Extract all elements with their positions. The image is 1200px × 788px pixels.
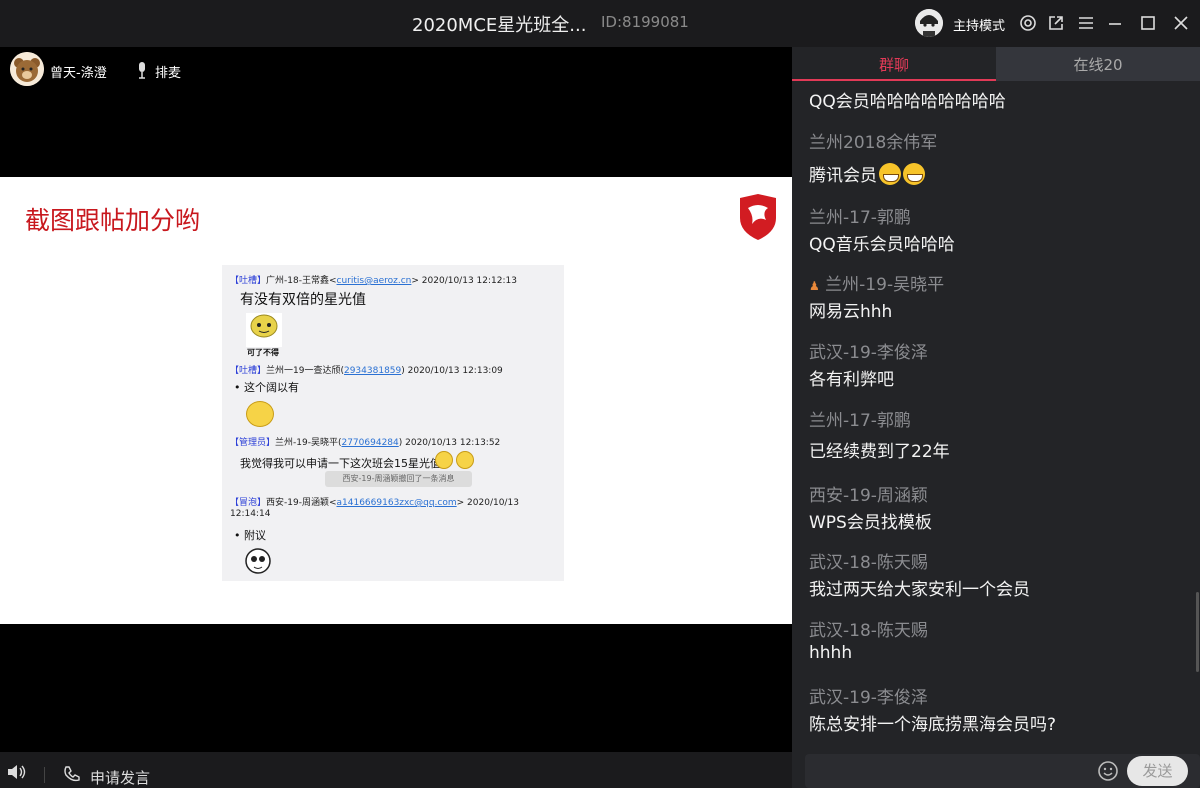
message-author: 武汉-18-陈天赐 bbox=[809, 621, 928, 641]
speaker-avatar[interactable] bbox=[10, 52, 44, 86]
sticker-image bbox=[246, 313, 282, 347]
divider bbox=[44, 767, 45, 783]
emoji-icon bbox=[456, 451, 474, 469]
chat-scrollbar[interactable] bbox=[1196, 592, 1199, 672]
message-author: 兰州-17-郭鹏 bbox=[809, 208, 911, 228]
screenshot-message: • 这个阔以有 bbox=[234, 381, 299, 394]
chat-message: 武汉-18-陈天赐 hhhh bbox=[809, 616, 928, 663]
chat-message: 武汉-19-李俊泽 陈总安排一个海底捞黑海会员吗? bbox=[809, 683, 1056, 735]
presentation-slide: 截图跟帖加分哟 【吐槽】广州-18-王常鑫<curitis@aeroz.cn> … bbox=[0, 177, 792, 624]
sticker-image bbox=[244, 547, 272, 575]
chat-screenshot: 【吐槽】广州-18-王常鑫<curitis@aeroz.cn> 2020/10/… bbox=[222, 265, 564, 581]
chat-message: 兰州-17-郭鹏 QQ音乐会员哈哈哈 bbox=[809, 203, 955, 255]
screenshot-message: 有没有双倍的星光值 bbox=[240, 292, 366, 308]
send-button[interactable]: 发送 bbox=[1127, 756, 1188, 786]
screenshot-header-line: 【吐槽】兰州一19一查达颀(2934381859) 2020/10/13 12:… bbox=[230, 366, 503, 376]
title-bar: 2020MCE星光班全... ID:8199081 主持模式 bbox=[0, 0, 1200, 47]
phone-icon[interactable] bbox=[63, 765, 81, 787]
chat-message: 武汉-18-陈天赐 我过两天给大家安利一个会员 bbox=[809, 548, 1030, 600]
grin-emoji-icon bbox=[903, 163, 925, 185]
emoji-picker-icon[interactable] bbox=[1097, 760, 1119, 786]
emoji-icon bbox=[435, 451, 453, 469]
maximize-icon[interactable] bbox=[1137, 12, 1159, 34]
close-icon[interactable] bbox=[1170, 12, 1192, 34]
screenshot-message: • 附议 bbox=[234, 529, 266, 542]
screenshot-header-line: 【冒泡】西安-19-周涵颖<a1416669163zxc@qq.com> 202… bbox=[230, 498, 519, 508]
slide-title: 截图跟帖加分哟 bbox=[25, 206, 201, 235]
message-author: ♟ 兰州-19-吴晓平 bbox=[809, 275, 945, 295]
message-author: 兰州-17-郭鹏 bbox=[809, 411, 911, 431]
chat-message: 兰州2018余伟军 腾讯会员 bbox=[809, 128, 937, 186]
screenshot-header-line: 【管理员】兰州-19-吴晓平(2770694284) 2020/10/13 12… bbox=[230, 438, 501, 448]
room-id: ID:8199081 bbox=[601, 13, 689, 31]
sidebar-tabs: 群聊 在线20 bbox=[792, 47, 1200, 81]
chat-message: QQ会员哈哈哈哈哈哈哈哈 bbox=[809, 92, 1006, 112]
minimize-icon[interactable] bbox=[1104, 12, 1126, 34]
window-title: 2020MCE星光班全... bbox=[412, 15, 587, 36]
chat-messages: QQ会员哈哈哈哈哈哈哈哈 兰州2018余伟军 腾讯会员 兰州-17-郭鹏 QQ音… bbox=[792, 81, 1200, 751]
tab-online[interactable]: 在线20 bbox=[996, 47, 1200, 81]
screenshot-timestamp: 12:14:14 bbox=[230, 509, 271, 519]
speaker-name: 曾天-涤澄 bbox=[50, 66, 107, 81]
chat-message: 西安-19-周涵颖 WPS会员找模板 bbox=[809, 481, 932, 533]
emoji-icon bbox=[246, 401, 274, 427]
message-author: 武汉-18-陈天赐 bbox=[809, 553, 928, 573]
screenshot-message: 我觉得我可以申请一下这次班会15星光值 bbox=[240, 457, 441, 470]
chat-sidebar: 群聊 在线20 QQ会员哈哈哈哈哈哈哈哈 兰州2018余伟军 腾讯会员 兰州-1… bbox=[792, 47, 1200, 788]
queue-button[interactable]: 排麦 bbox=[155, 62, 181, 81]
msi-logo-icon bbox=[738, 194, 778, 244]
mic-icon bbox=[136, 61, 148, 83]
recall-notice: 西安-19-周涵颖撤回了一条消息 bbox=[325, 471, 472, 487]
speaker-bar: 曾天-涤澄 排麦 bbox=[0, 47, 792, 93]
chat-message: 兰州-17-郭鹏 已经续费到了22年 bbox=[809, 406, 950, 462]
message-author: 西安-19-周涵颖 bbox=[809, 486, 928, 506]
chat-message: ♟ 兰州-19-吴晓平 网易云hhh bbox=[809, 270, 944, 322]
host-mode-label[interactable]: 主持模式 bbox=[953, 15, 1005, 34]
message-author: 武汉-19-李俊泽 bbox=[809, 688, 928, 708]
message-author: 武汉-19-李俊泽 bbox=[809, 343, 928, 363]
grin-emoji-icon bbox=[879, 163, 901, 185]
popout-icon[interactable] bbox=[1045, 12, 1067, 34]
volume-icon[interactable] bbox=[7, 764, 29, 784]
message-author: 兰州2018余伟军 bbox=[809, 133, 938, 153]
chat-input[interactable] bbox=[811, 758, 1091, 784]
sticker-caption: 可了不得 bbox=[247, 348, 279, 357]
menu-icon[interactable] bbox=[1075, 12, 1097, 34]
screenshot-header-line: 【吐槽】广州-18-王常鑫<curitis@aeroz.cn> 2020/10/… bbox=[230, 276, 517, 286]
host-avatar[interactable] bbox=[915, 9, 943, 37]
settings-icon[interactable] bbox=[1017, 12, 1039, 34]
bottom-toolbar: 申请发言 bbox=[0, 752, 792, 788]
tab-group-chat[interactable]: 群聊 bbox=[792, 47, 996, 81]
apply-speak-button[interactable]: 申请发言 bbox=[90, 767, 150, 788]
chat-input-bar: 发送 bbox=[805, 754, 1200, 788]
chat-message: 武汉-19-李俊泽 各有利弊吧 bbox=[809, 338, 928, 390]
admin-badge-icon: ♟ bbox=[809, 279, 820, 293]
